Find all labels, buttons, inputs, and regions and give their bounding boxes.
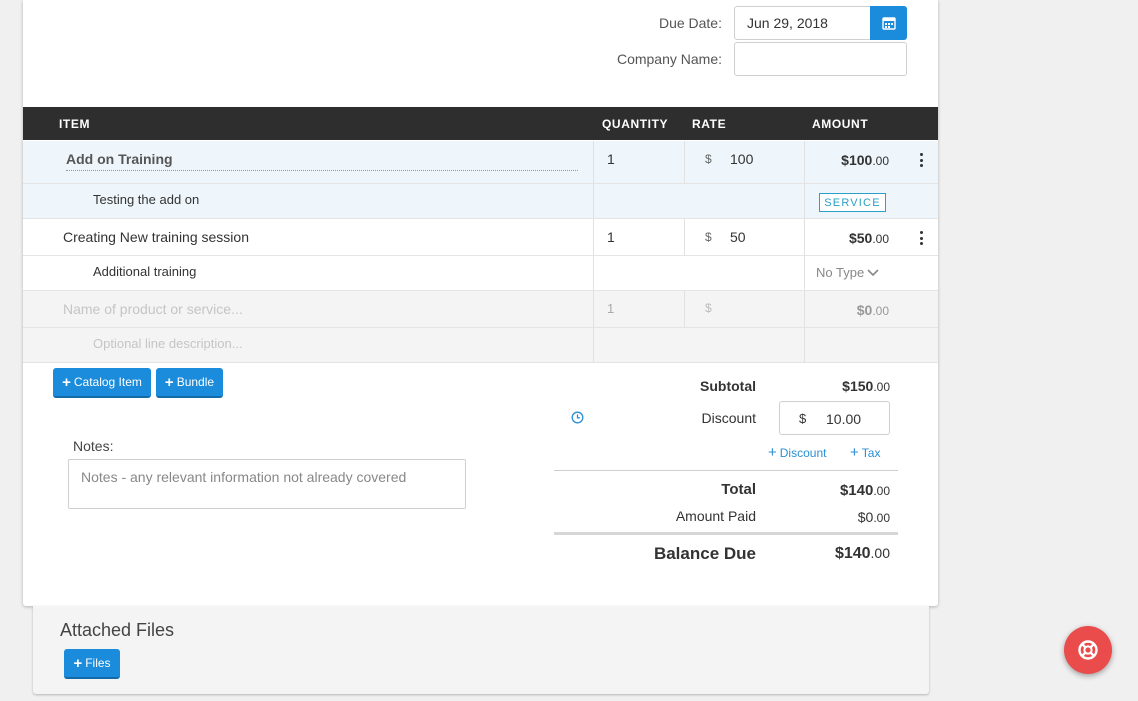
balance-due-value: $140.00 — [834, 545, 890, 562]
discount-input[interactable]: $ 10.00 — [779, 401, 890, 435]
add-discount-link[interactable]: + Discount — [768, 445, 826, 460]
attachments-panel: Attached Files + Files — [33, 606, 929, 694]
new-line-item-row[interactable]: Name of product or service... 1 $ $0.00 — [23, 291, 938, 328]
rate-currency: $ — [705, 152, 712, 166]
item-type-badge[interactable]: SERVICE — [819, 193, 886, 212]
plus-icon: + — [73, 654, 83, 672]
discount-label: Discount — [701, 410, 756, 426]
amount-paid-label: Amount Paid — [675, 508, 756, 524]
rate-input[interactable]: 50 — [730, 229, 746, 245]
new-line-amount: $0.00 — [856, 302, 889, 318]
catalog-item-label: Catalog Item — [73, 375, 142, 389]
add-tax-label: Tax — [861, 445, 881, 460]
add-files-button[interactable]: + Files — [64, 649, 120, 679]
quantity-input[interactable]: 1 — [607, 151, 615, 167]
help-button[interactable] — [1064, 626, 1112, 674]
add-tax-link[interactable]: + Tax — [850, 445, 880, 460]
new-item-description-input[interactable]: Optional line description... — [93, 336, 243, 351]
rate-currency: $ — [705, 230, 712, 244]
due-date-label: Due Date: — [658, 15, 722, 31]
item-description[interactable]: Additional training — [93, 264, 196, 279]
subtotal-value: $150.00 — [842, 378, 890, 394]
item-name[interactable]: Creating New training session — [63, 229, 249, 245]
plus-icon: + — [768, 444, 777, 461]
files-label: Files — [85, 656, 111, 670]
company-name-label: Company Name: — [616, 51, 722, 67]
line-item-description-row[interactable]: Testing the add on SERVICE — [23, 184, 938, 219]
company-name-input[interactable] — [734, 42, 907, 76]
item-description-input[interactable]: Testing the add on — [93, 192, 199, 207]
kebab-menu-icon[interactable] — [915, 152, 927, 168]
calendar-icon — [881, 17, 896, 30]
add-discount-label: Discount — [779, 445, 827, 460]
line-items-header: ITEM QUANTITY RATE AMOUNT — [23, 107, 938, 140]
line-item-row[interactable]: Add on Training 1 $ 100 $100.00 — [23, 141, 938, 184]
line-amount: $50.00 — [848, 230, 889, 246]
invoice-card: Due Date: Jun 29, 2018 Company Name: ITE… — [23, 0, 938, 606]
plus-icon: + — [850, 444, 859, 461]
add-catalog-item-button[interactable]: + Catalog Item — [53, 368, 151, 398]
column-amount: AMOUNT — [812, 117, 869, 131]
total-value: $140.00 — [839, 482, 890, 499]
new-item-name-input[interactable]: Name of product or service... — [63, 301, 243, 317]
amount-paid-value: $0.00 — [857, 509, 890, 525]
item-type-dropdown[interactable]: No Type — [816, 265, 879, 280]
line-amount: $100.00 — [841, 152, 889, 168]
balance-divider — [554, 532, 898, 535]
new-rate-currency: $ — [705, 301, 712, 315]
due-date-input[interactable]: Jun 29, 2018 — [734, 6, 871, 40]
attachments-title: Attached Files — [60, 620, 175, 640]
column-item: ITEM — [59, 117, 91, 131]
notes-label: Notes: — [73, 438, 114, 454]
line-item-description-row[interactable]: Additional training No Type — [23, 256, 938, 291]
invoice-editor: Due Date: Jun 29, 2018 Company Name: ITE… — [0, 0, 1138, 701]
item-type-label: No Type — [816, 265, 865, 280]
bundle-label: Bundle — [176, 375, 215, 389]
column-rate: RATE — [692, 117, 727, 131]
chevron-down-icon — [867, 268, 879, 276]
plus-icon: + — [62, 373, 71, 391]
total-label: Total — [721, 481, 756, 498]
item-name-input[interactable]: Add on Training — [66, 151, 578, 171]
discount-currency: $ — [799, 411, 807, 426]
column-quantity: QUANTITY — [602, 117, 669, 131]
subtotal-label: Subtotal — [700, 378, 756, 394]
calendar-button[interactable] — [870, 6, 907, 40]
kebab-menu-icon[interactable] — [915, 230, 927, 246]
new-line-description-row[interactable]: Optional line description... — [23, 328, 938, 363]
plus-icon: + — [164, 373, 174, 391]
add-bundle-button[interactable]: + Bundle — [156, 368, 223, 398]
balance-due-label: Balance Due — [653, 544, 756, 563]
lifebuoy-icon — [1078, 640, 1098, 660]
new-quantity-input[interactable]: 1 — [607, 301, 614, 316]
discount-value: 10.00 — [826, 411, 862, 427]
quantity-input[interactable]: 1 — [607, 229, 615, 245]
line-item-row[interactable]: Creating New training session 1 $ 50 $50… — [23, 219, 938, 256]
totals-divider — [554, 470, 898, 471]
notes-textarea[interactable]: Notes - any relevant information not alr… — [68, 459, 466, 509]
rate-input[interactable]: 100 — [730, 151, 753, 167]
